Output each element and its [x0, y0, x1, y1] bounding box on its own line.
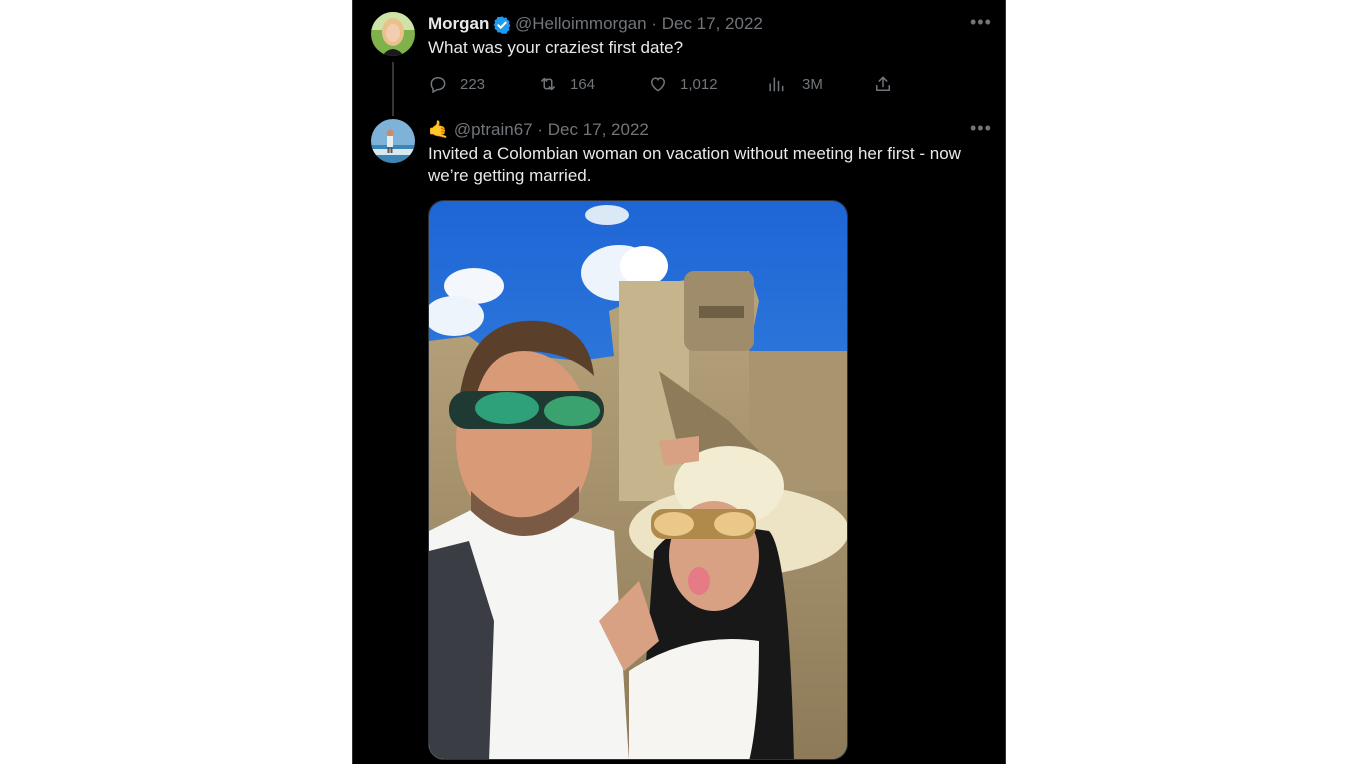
reply-count: 223 — [460, 75, 486, 93]
views-count: 3M — [802, 75, 823, 93]
reply-button[interactable]: 223 — [428, 72, 485, 96]
views-button[interactable]: 3M — [766, 72, 823, 96]
tweet-text: What was your craziest first date? — [428, 38, 684, 57]
tweet-date[interactable]: Dec 17, 2022 — [662, 14, 763, 33]
retweet-icon — [541, 77, 555, 91]
handle[interactable]: @Helloimmorgan — [515, 14, 647, 33]
avatar-morgan[interactable] — [371, 12, 415, 56]
separator: · — [537, 120, 544, 139]
selfie-photo[interactable] — [428, 200, 848, 760]
like-button[interactable]: 1,012 — [648, 72, 718, 96]
views-chart-icon — [769, 77, 784, 92]
handle[interactable]: @ptrain67 — [454, 120, 533, 139]
display-name[interactable]: Morgan — [428, 14, 489, 34]
more-horizontal-icon[interactable]: ••• — [970, 118, 992, 139]
tweet-text-line-2: we’re getting married. — [428, 166, 592, 185]
reply-icon — [430, 76, 446, 94]
thread-connector-line — [392, 62, 394, 116]
retweet-count: 164 — [570, 75, 596, 93]
tweet-thread-panel: Morgan @Helloimmorgan · Dec 17, 2022 •••… — [352, 0, 1006, 764]
avatar-ptrain67[interactable] — [371, 119, 415, 163]
tweet-date[interactable]: Dec 17, 2022 — [548, 120, 649, 139]
retweet-button[interactable]: 164 — [538, 72, 595, 96]
heart-icon — [650, 77, 666, 92]
more-horizontal-icon[interactable]: ••• — [970, 12, 992, 33]
tweet-text-line-1: Invited a Colombian woman on vacation wi… — [428, 144, 961, 163]
share-icon — [876, 76, 890, 91]
like-count: 1,012 — [680, 75, 718, 93]
separator: · — [651, 14, 657, 33]
share-button[interactable] — [873, 72, 905, 96]
verified-badge-icon — [493, 16, 511, 34]
user-emoji: 🤙 — [428, 120, 450, 139]
